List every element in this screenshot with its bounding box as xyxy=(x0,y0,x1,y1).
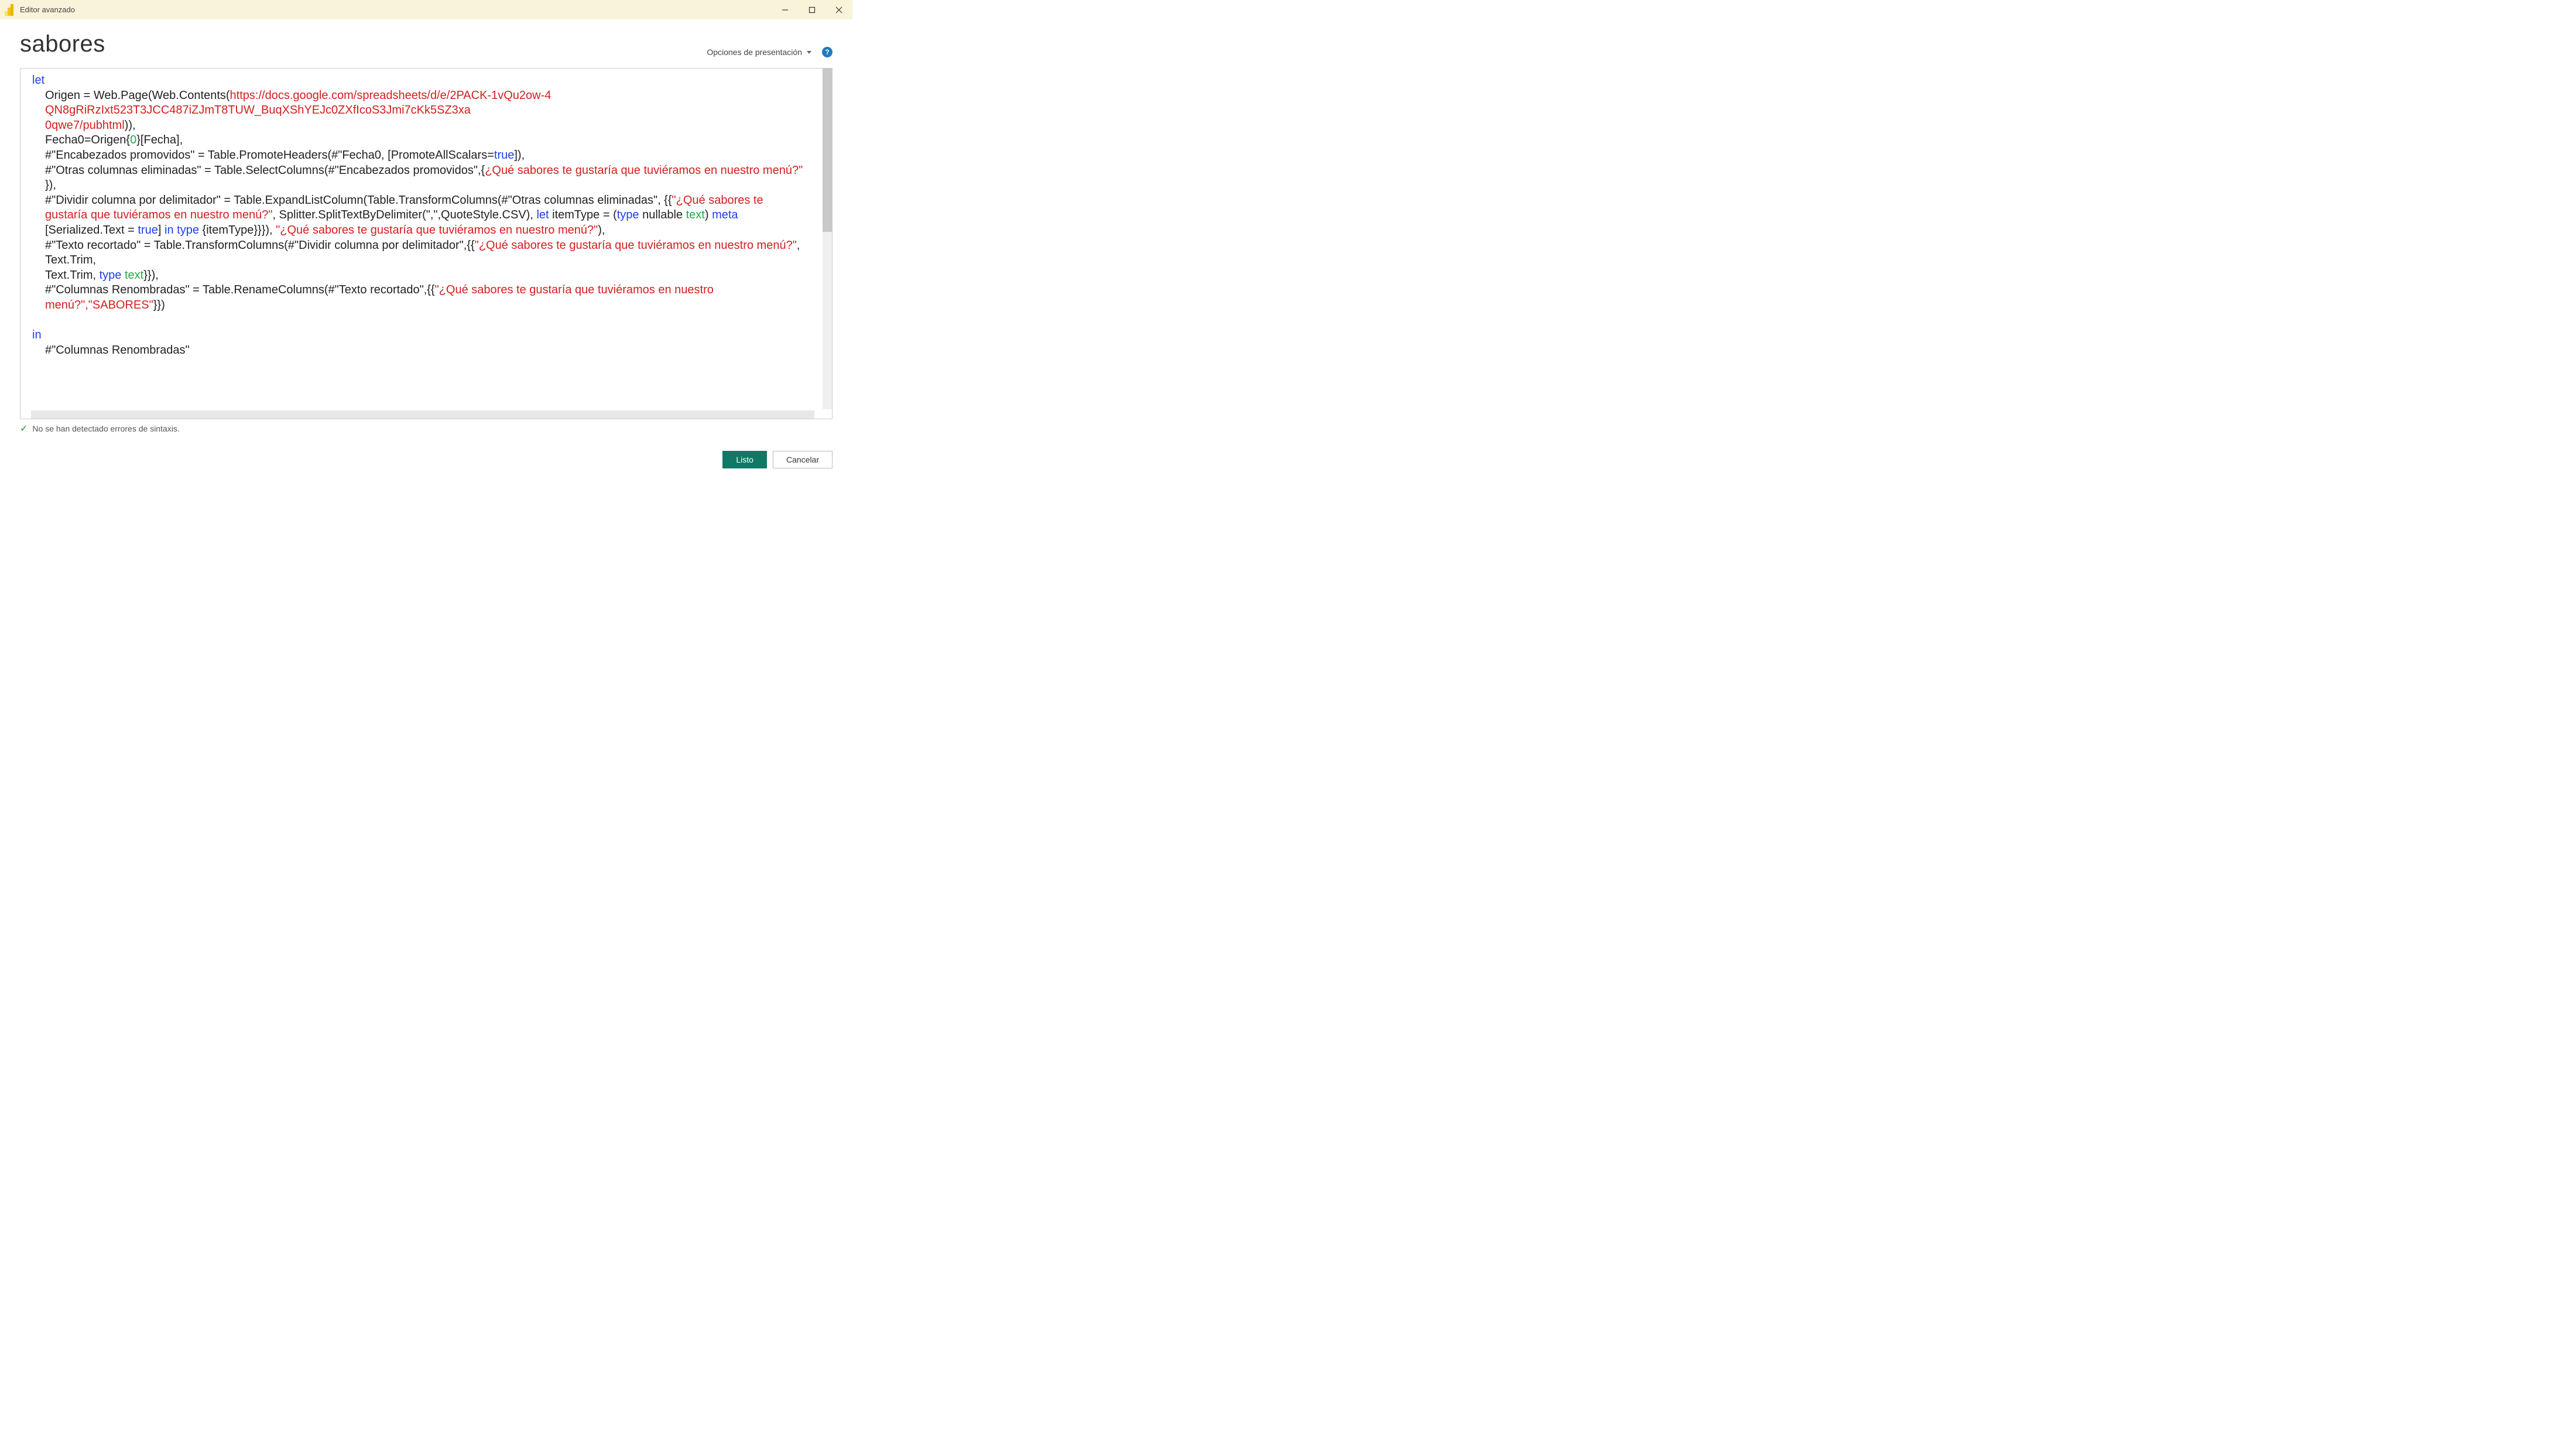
window-controls xyxy=(772,0,852,19)
status-bar: ✓ No se han detectado errores de sintaxi… xyxy=(20,423,833,434)
minimize-button[interactable] xyxy=(772,0,799,19)
help-icon[interactable]: ? xyxy=(822,47,833,57)
powerbi-icon xyxy=(5,4,14,16)
display-options-label: Opciones de presentación xyxy=(707,47,802,57)
close-button[interactable] xyxy=(825,0,852,19)
horizontal-scrollbar[interactable] xyxy=(31,410,814,419)
check-icon: ✓ xyxy=(20,423,28,434)
code-content[interactable]: let Origen = Web.Page(Web.Contents(https… xyxy=(20,69,832,419)
display-options-dropdown[interactable]: Opciones de presentación xyxy=(707,47,811,57)
keyword-let: let xyxy=(32,74,44,87)
page-title: sabores xyxy=(20,31,105,57)
chevron-down-icon xyxy=(807,51,811,54)
maximize-button[interactable] xyxy=(799,0,825,19)
code-editor[interactable]: let Origen = Web.Page(Web.Contents(https… xyxy=(20,68,833,419)
vertical-scrollbar[interactable] xyxy=(823,69,832,409)
done-button[interactable]: Listo xyxy=(722,451,767,468)
keyword-in: in xyxy=(32,328,42,341)
titlebar: Editor avanzado xyxy=(0,0,852,19)
scroll-thumb[interactable] xyxy=(823,69,832,232)
status-message: No se han detectado errores de sintaxis. xyxy=(32,424,179,433)
window-title: Editor avanzado xyxy=(20,5,75,14)
cancel-button[interactable]: Cancelar xyxy=(773,451,833,468)
